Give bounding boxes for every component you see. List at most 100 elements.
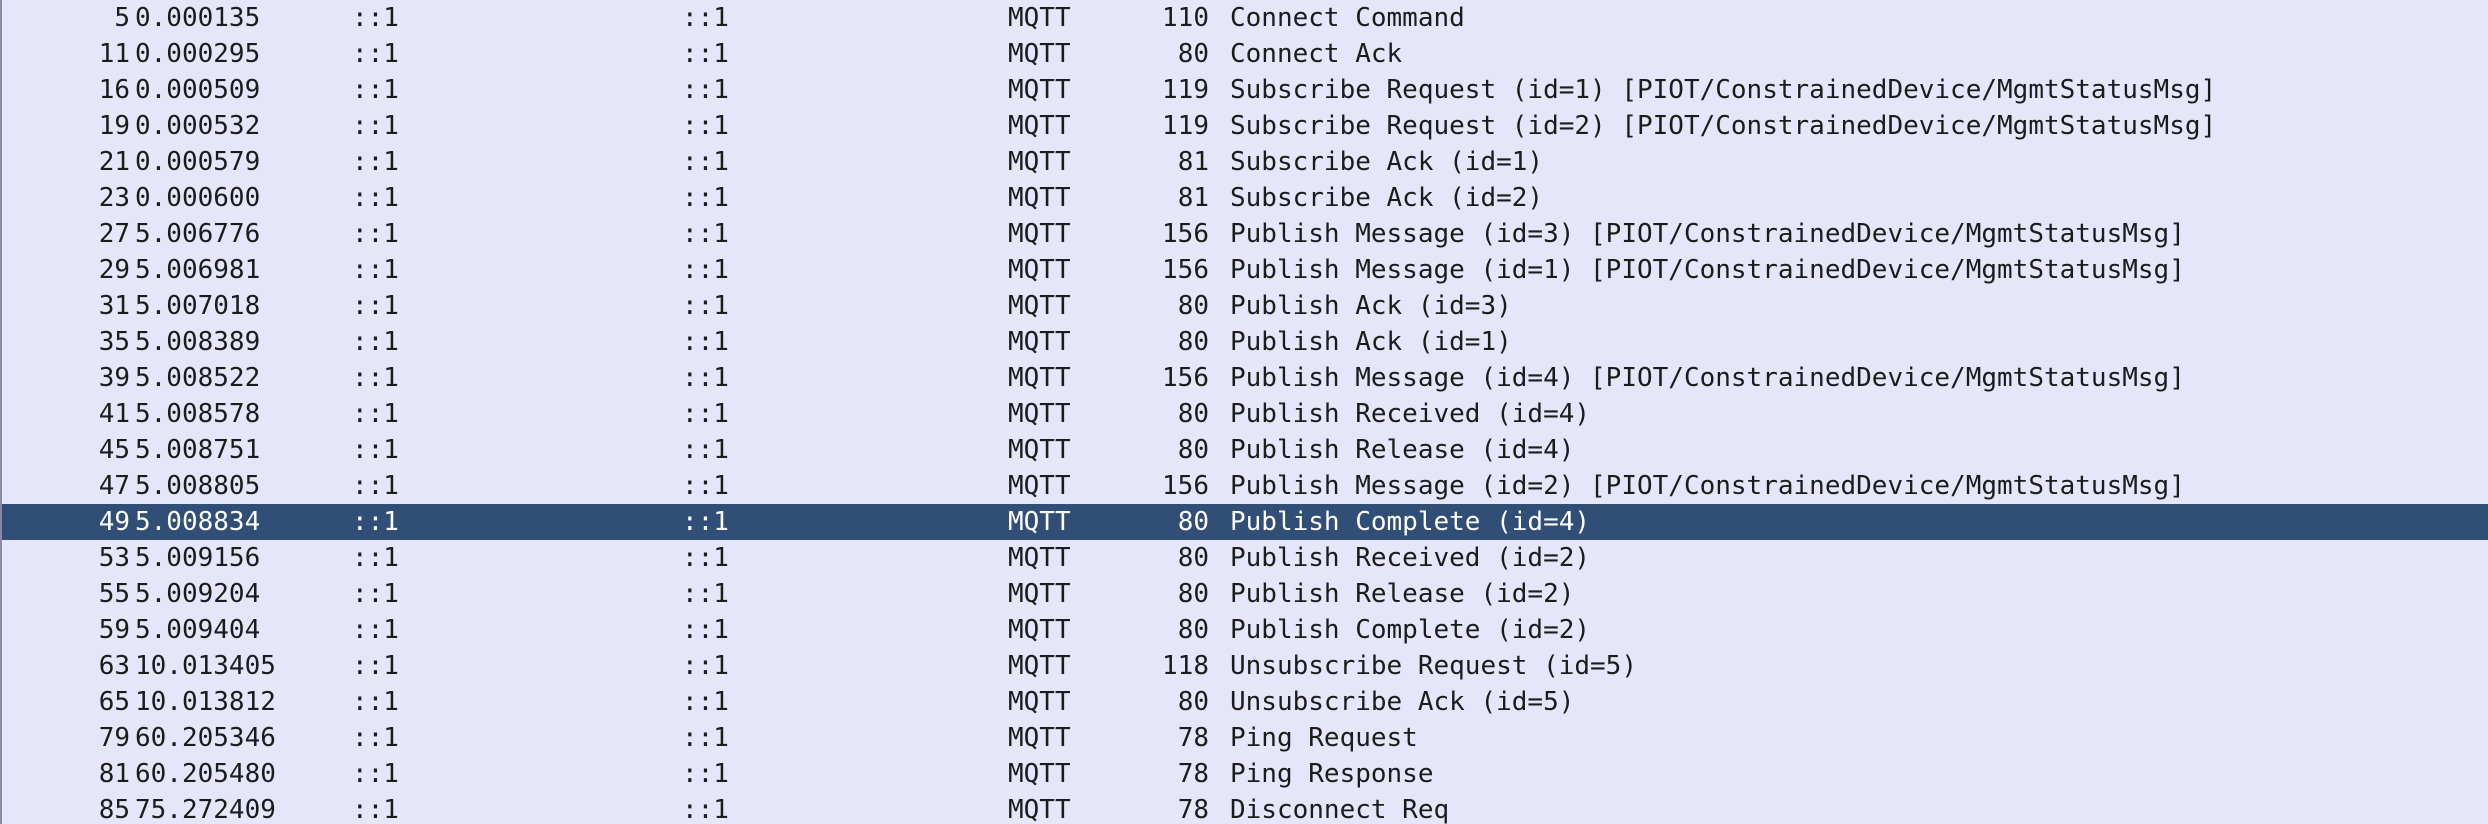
packet-info: Publish Message (id=3) [PIOT/Constrained… bbox=[1230, 219, 2185, 249]
packet-destination: ::1 bbox=[682, 75, 729, 105]
packet-number: 85 bbox=[98, 795, 130, 824]
packet-source: ::1 bbox=[352, 255, 399, 285]
packet-time: 0.000295 bbox=[135, 39, 261, 69]
packet-row[interactable]: 11 0.000295::1::1 MQTT 80 Connect Ack bbox=[2, 36, 2488, 72]
packet-number: 79 bbox=[98, 723, 130, 753]
packet-length: 118 bbox=[1162, 651, 1209, 681]
packet-row[interactable]: 35 5.008389::1::1 MQTT 80 Publish Ack (id=1) bbox=[2, 324, 2488, 360]
packet-source: ::1 bbox=[352, 687, 399, 717]
packet-length: 80 bbox=[1177, 39, 1209, 69]
packet-time: 5.008751 bbox=[135, 435, 261, 465]
packet-length: 119 bbox=[1162, 75, 1209, 105]
packet-destination: ::1 bbox=[682, 507, 729, 537]
packet-row[interactable]: 45 5.008751::1::1 MQTT 80 Publish Release (i… bbox=[2, 432, 2488, 468]
packet-length: 156 bbox=[1162, 255, 1209, 285]
packet-row[interactable]: 63 10.013405::1::1 MQTT 118 Unsubscribe Requ… bbox=[2, 648, 2488, 684]
packet-info: Connect Ack bbox=[1230, 39, 1403, 69]
packet-time: 5.008834 bbox=[135, 507, 261, 537]
packet-time: 0.000532 bbox=[135, 111, 261, 141]
packet-destination: ::1 bbox=[682, 363, 729, 393]
packet-number: 59 bbox=[98, 615, 130, 645]
packet-row[interactable]: 27 5.006776::1::1 MQTT 156 Publish Message (… bbox=[2, 216, 2488, 252]
packet-list[interactable]: 5 0.000135::1::1 MQTT 110 Connect Command 11 0… bbox=[0, 0, 2488, 824]
packet-destination: ::1 bbox=[682, 471, 729, 501]
packet-length: 78 bbox=[1177, 795, 1209, 824]
packet-number: 31 bbox=[98, 291, 130, 321]
packet-time: 0.000579 bbox=[135, 147, 261, 177]
packet-number: 53 bbox=[98, 543, 130, 573]
packet-row[interactable]: 59 5.009404::1::1 MQTT 80 Publish Complete (… bbox=[2, 612, 2488, 648]
packet-destination: ::1 bbox=[682, 615, 729, 645]
packet-number: 39 bbox=[98, 363, 130, 393]
packet-number: 21 bbox=[98, 147, 130, 177]
packet-row[interactable]: 21 0.000579::1::1 MQTT 81 Subscribe Ack (id=… bbox=[2, 144, 2488, 180]
packet-info: Publish Release (id=4) bbox=[1230, 435, 1575, 465]
packet-row[interactable]: 16 0.000509::1::1 MQTT 119 Subscribe Request… bbox=[2, 72, 2488, 108]
packet-source: ::1 bbox=[352, 39, 399, 69]
packet-destination: ::1 bbox=[682, 759, 729, 789]
packet-number: 45 bbox=[98, 435, 130, 465]
packet-row[interactable]: 29 5.006981::1::1 MQTT 156 Publish Message (… bbox=[2, 252, 2488, 288]
packet-info: Publish Received (id=2) bbox=[1230, 543, 1591, 573]
packet-row-selected[interactable]: 49 5.008834::1::1 MQTT 80 Publish Complete (… bbox=[2, 504, 2488, 540]
packet-info: Publish Message (id=2) [PIOT/Constrained… bbox=[1230, 471, 2185, 501]
packet-length: 80 bbox=[1177, 507, 1209, 537]
packet-row[interactable]: 39 5.008522::1::1 MQTT 156 Publish Message (… bbox=[2, 360, 2488, 396]
packet-time: 5.009404 bbox=[135, 615, 261, 645]
packet-number: 29 bbox=[98, 255, 130, 285]
packet-row[interactable]: 65 10.013812::1::1 MQTT 80 Unsubscribe Ack (… bbox=[2, 684, 2488, 720]
packet-length: 80 bbox=[1177, 399, 1209, 429]
packet-length: 119 bbox=[1162, 111, 1209, 141]
packet-destination: ::1 bbox=[682, 291, 729, 321]
packet-info: Publish Complete (id=4) bbox=[1230, 507, 1591, 537]
packet-info: Ping Response bbox=[1230, 759, 1434, 789]
packet-length: 156 bbox=[1162, 219, 1209, 249]
packet-info: Subscribe Request (id=2) [PIOT/Constrain… bbox=[1230, 111, 2217, 141]
packet-source: ::1 bbox=[352, 579, 399, 609]
packet-info: Publish Message (id=4) [PIOT/Constrained… bbox=[1230, 363, 2185, 393]
packet-source: ::1 bbox=[352, 759, 399, 789]
packet-destination: ::1 bbox=[682, 543, 729, 573]
packet-row[interactable]: 23 0.000600::1::1 MQTT 81 Subscribe Ack (id=… bbox=[2, 180, 2488, 216]
packet-length: 80 bbox=[1177, 687, 1209, 717]
packet-length: 81 bbox=[1177, 147, 1209, 177]
packet-destination: ::1 bbox=[682, 327, 729, 357]
packet-row[interactable]: 81 60.205480::1::1 MQTT 78 Ping Response bbox=[2, 756, 2488, 792]
packet-length: 78 bbox=[1177, 723, 1209, 753]
packet-number: 35 bbox=[98, 327, 130, 357]
packet-row[interactable]: 31 5.007018::1::1 MQTT 80 Publish Ack (id=3) bbox=[2, 288, 2488, 324]
packet-number: 81 bbox=[98, 759, 130, 789]
packet-length: 80 bbox=[1177, 327, 1209, 357]
packet-info: Publish Release (id=2) bbox=[1230, 579, 1575, 609]
packet-info: Disconnect Req bbox=[1230, 795, 1450, 824]
packet-time: 0.000600 bbox=[135, 183, 261, 213]
packet-row[interactable]: 79 60.205346::1::1 MQTT 78 Ping Request bbox=[2, 720, 2488, 756]
packet-row[interactable]: 53 5.009156::1::1 MQTT 80 Publish Received (… bbox=[2, 540, 2488, 576]
packet-number: 65 bbox=[98, 687, 130, 717]
packet-source: ::1 bbox=[352, 111, 399, 141]
packet-row[interactable]: 19 0.000532::1::1 MQTT 119 Subscribe Request… bbox=[2, 108, 2488, 144]
packet-length: 110 bbox=[1162, 3, 1209, 33]
packet-source: ::1 bbox=[352, 543, 399, 573]
packet-info: Publish Received (id=4) bbox=[1230, 399, 1591, 429]
packet-destination: ::1 bbox=[682, 687, 729, 717]
packet-time: 5.008578 bbox=[135, 399, 261, 429]
packet-row[interactable]: 41 5.008578::1::1 MQTT 80 Publish Received (… bbox=[2, 396, 2488, 432]
packet-info: Unsubscribe Ack (id=5) bbox=[1230, 687, 1575, 717]
packet-info: Publish Message (id=1) [PIOT/Constrained… bbox=[1230, 255, 2185, 285]
packet-row[interactable]: 55 5.009204::1::1 MQTT 80 Publish Release (i… bbox=[2, 576, 2488, 612]
packet-row[interactable]: 85 75.272409::1::1 MQTT 78 Disconnect Req bbox=[2, 792, 2488, 824]
packet-number: 47 bbox=[98, 471, 130, 501]
packet-source: ::1 bbox=[352, 363, 399, 393]
packet-destination: ::1 bbox=[682, 147, 729, 177]
packet-length: 78 bbox=[1177, 759, 1209, 789]
packet-info: Subscribe Ack (id=2) bbox=[1230, 183, 1544, 213]
packet-row[interactable]: 47 5.008805::1::1 MQTT 156 Publish Message (… bbox=[2, 468, 2488, 504]
packet-time: 60.205346 bbox=[135, 723, 276, 753]
packet-length: 80 bbox=[1177, 579, 1209, 609]
packet-number: 11 bbox=[98, 39, 130, 69]
packet-number: 16 bbox=[98, 75, 130, 105]
packet-destination: ::1 bbox=[682, 795, 729, 824]
packet-source: ::1 bbox=[352, 507, 399, 537]
packet-row[interactable]: 5 0.000135::1::1 MQTT 110 Connect Command bbox=[2, 0, 2488, 36]
